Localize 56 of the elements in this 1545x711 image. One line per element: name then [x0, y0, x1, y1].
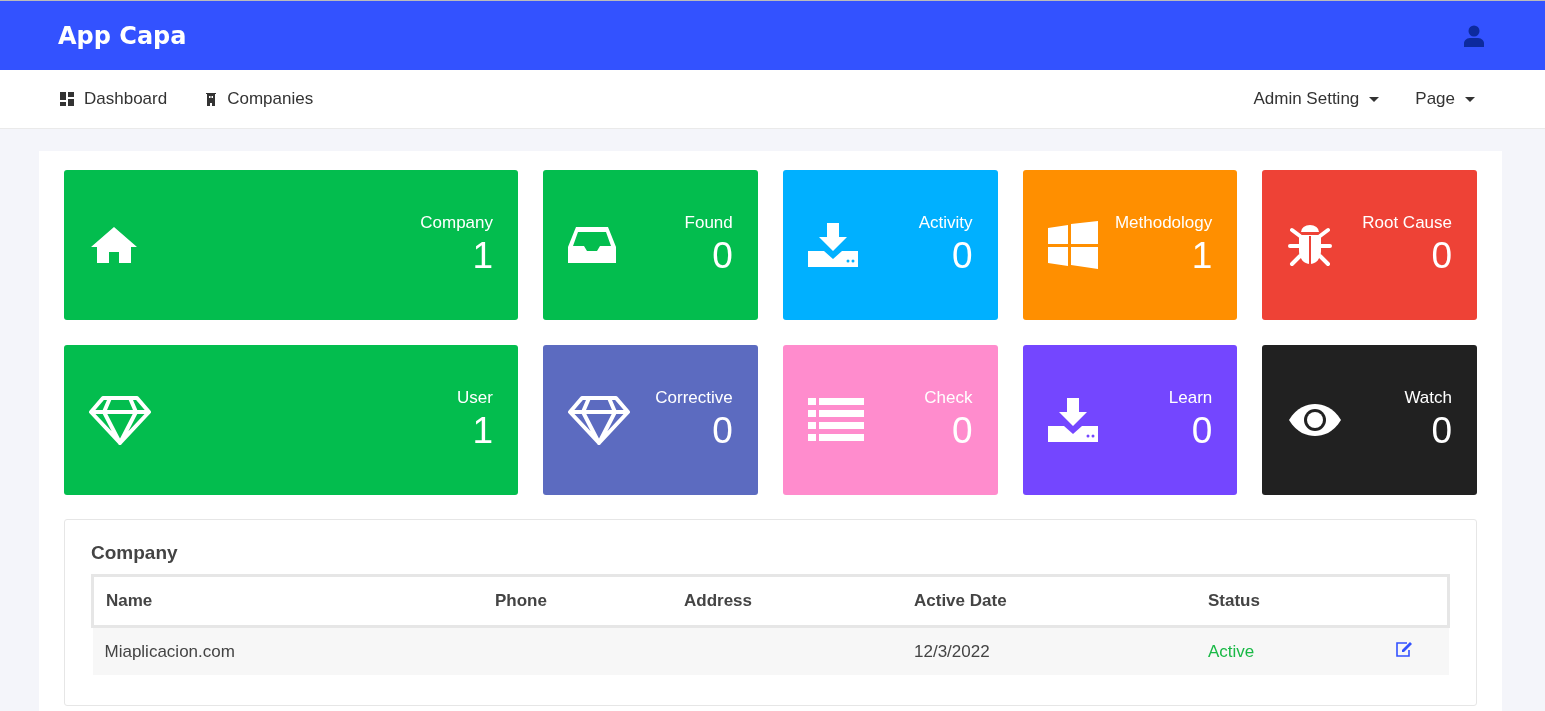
caret-icon — [1465, 96, 1475, 102]
column-header: Address — [672, 575, 902, 627]
grid-icon — [60, 92, 74, 106]
stat-value: 1 — [472, 410, 493, 452]
windows-logo-icon — [1047, 221, 1098, 269]
download-icon — [1047, 398, 1098, 442]
download-icon — [807, 223, 858, 267]
caret-icon — [1369, 96, 1380, 102]
table-title: Company — [91, 542, 179, 564]
stat-card[interactable]: Corrective 0 — [543, 345, 758, 495]
stat-label: Activity — [918, 213, 973, 233]
stat-label: User — [457, 388, 493, 408]
stat-label: Learn — [1168, 388, 1213, 408]
stat-card[interactable]: Learn 0 — [1022, 345, 1238, 495]
diamond-icon — [89, 395, 151, 445]
stat-label: Corrective — [655, 388, 733, 408]
list-icon — [807, 398, 864, 442]
nav-link[interactable]: Companies — [205, 89, 314, 109]
diamond-icon — [568, 395, 630, 445]
building-icon — [205, 92, 218, 106]
bug-icon — [1287, 222, 1334, 268]
stat-value: 0 — [951, 235, 973, 277]
column-header: Active Date — [902, 575, 1196, 627]
inbox-icon — [568, 225, 616, 265]
stat-value: 0 — [712, 410, 733, 452]
app-title: App Capa — [58, 21, 187, 50]
stat-label: Methodology — [1114, 213, 1213, 233]
stat-label: Root Cause — [1362, 213, 1452, 233]
stat-value: 1 — [472, 235, 493, 277]
house-icon — [89, 225, 139, 265]
table-cell: Miaplicacion.com — [92, 626, 483, 675]
dropdown-menu[interactable]: Page — [1415, 89, 1475, 109]
table-cell: 12/3/2022 — [902, 626, 1196, 675]
edit-icon[interactable] — [1394, 641, 1413, 657]
nav-link[interactable]: Dashboard — [60, 89, 168, 109]
stat-card[interactable]: Root Cause 0 — [1262, 170, 1477, 320]
stat-card[interactable]: Company 1 — [64, 170, 518, 320]
stat-label: Found — [684, 213, 733, 233]
stat-value: 0 — [1191, 410, 1213, 452]
stat-label: Check — [924, 388, 973, 408]
stat-card[interactable]: Watch 0 — [1262, 345, 1477, 495]
status-text: Active — [1196, 626, 1332, 675]
stat-value: 0 — [1431, 235, 1452, 277]
stat-value: 1 — [1191, 235, 1213, 277]
eye-icon — [1287, 402, 1344, 438]
stat-label: Watch — [1404, 388, 1452, 408]
stat-card[interactable]: Found 0 — [543, 170, 758, 320]
column-header: Phone — [483, 575, 672, 627]
dropdown-menu[interactable]: Admin Setting — [1253, 89, 1380, 109]
stat-value: 0 — [951, 410, 973, 452]
column-header: Name — [92, 575, 483, 627]
stat-card[interactable]: User 1 — [64, 345, 518, 495]
column-header: Status — [1196, 575, 1332, 627]
stat-label: Company — [420, 213, 493, 233]
stat-value: 0 — [1431, 410, 1452, 452]
stat-value: 0 — [712, 235, 733, 277]
